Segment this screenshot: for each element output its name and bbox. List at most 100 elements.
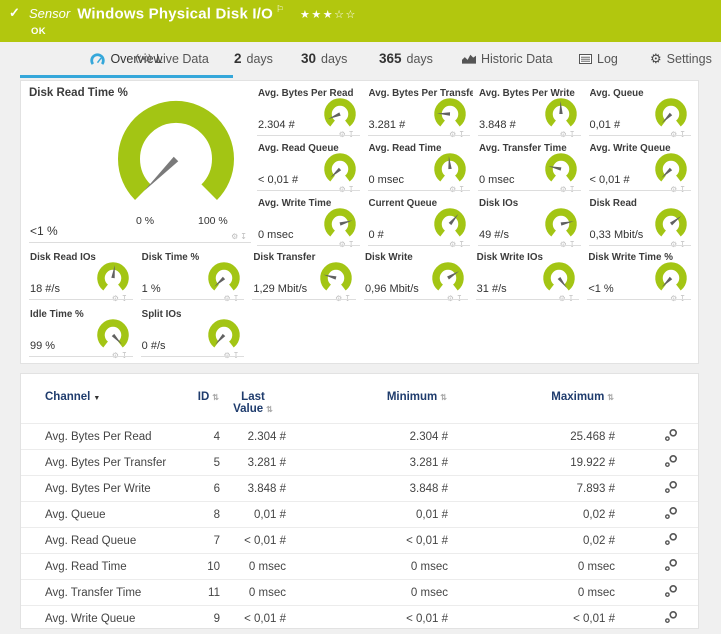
priority-stars[interactable]: ★★★☆☆ [300, 9, 357, 21]
channel-maximum: < 0,01 # [448, 606, 615, 630]
pin-icon[interactable]: ↧ [679, 185, 688, 194]
pin-icon[interactable]: ↧ [344, 294, 353, 303]
column-header-last-value[interactable]: Last Value⇅ [220, 374, 286, 424]
gauge-tile[interactable]: Avg. Read Time 0 msec ⚙↧ [368, 142, 474, 195]
gear-icon[interactable]: ⚙ [560, 185, 569, 194]
tab-historic-data[interactable]: Historic Data [462, 42, 553, 75]
channel-row[interactable]: Avg. Bytes Per Write 6 3.848 # 3.848 # 7… [21, 476, 698, 502]
gauge-tile[interactable]: Disk Read IOs 18 #/s ⚙↧ [29, 251, 136, 304]
channel-row[interactable]: Avg. Queue 8 0,01 # 0,01 # 0,02 # [21, 502, 698, 528]
pin-icon[interactable]: ↧ [679, 294, 688, 303]
gauge-tile[interactable]: Avg. Write Time 0 msec ⚙↧ [257, 197, 363, 250]
column-header-minimum[interactable]: Minimum⇅ [286, 374, 448, 424]
gauge-tile[interactable]: Avg. Bytes Per Transfer 3.281 # ⚙↧ [368, 87, 474, 140]
channel-settings-icon[interactable] [664, 428, 678, 442]
channel-row[interactable]: Avg. Bytes Per Read 4 2.304 # 2.304 # 25… [21, 424, 698, 450]
pin-icon[interactable]: ↧ [679, 240, 688, 249]
pin-icon[interactable]: ↧ [456, 294, 465, 303]
gauge-tile[interactable]: Avg. Write Queue < 0,01 # ⚙↧ [589, 142, 695, 195]
gear-icon[interactable]: ⚙ [339, 185, 348, 194]
pin-icon[interactable]: ↧ [240, 232, 249, 241]
gear-icon[interactable]: ⚙ [560, 240, 569, 249]
primary-gauge-tile[interactable]: Disk Read Time % 0 % 100 % <1 % ⚙↧ [29, 87, 255, 243]
pin-icon[interactable]: ↧ [233, 294, 242, 303]
gauge-tile[interactable]: Current Queue 0 # ⚙↧ [368, 197, 474, 250]
gauge-tile[interactable]: Disk Time % 1 % ⚙↧ [141, 251, 248, 304]
pin-icon[interactable]: ↧ [569, 240, 578, 249]
tab-log[interactable]: Log [579, 42, 618, 75]
gear-icon[interactable]: ⚙ [670, 240, 679, 249]
tab-live-data[interactable]: Live Data [136, 42, 209, 75]
pin-icon[interactable]: ↧ [121, 294, 130, 303]
gauge-tile[interactable]: Avg. Transfer Time 0 msec ⚙↧ [478, 142, 584, 195]
gauge-tile[interactable]: Disk Write Time % <1 % ⚙↧ [587, 251, 694, 304]
tab-365-days[interactable]: 365 days [379, 42, 433, 75]
gauge-tile[interactable]: Disk Transfer 1,29 Mbit/s ⚙↧ [252, 251, 359, 304]
gear-icon[interactable]: ⚙ [670, 130, 679, 139]
channel-settings-icon[interactable] [664, 610, 678, 624]
channel-row[interactable]: Avg. Transfer Time 11 0 msec 0 msec 0 ms… [21, 580, 698, 606]
gear-icon[interactable]: ⚙ [449, 185, 458, 194]
gauge-tile[interactable]: Idle Time % 99 % ⚙↧ [29, 308, 136, 361]
pin-icon[interactable]: ↧ [458, 130, 467, 139]
gear-icon[interactable]: ⚙ [449, 130, 458, 139]
gear-icon[interactable]: ⚙ [223, 351, 232, 360]
channel-settings-icon[interactable] [664, 480, 678, 494]
channel-row[interactable]: Avg. Bytes Per Transfer 5 3.281 # 3.281 … [21, 450, 698, 476]
channel-row[interactable]: Avg. Write Queue 9 < 0,01 # < 0,01 # < 0… [21, 606, 698, 630]
gear-icon[interactable]: ⚙ [558, 294, 567, 303]
channel-settings-icon[interactable] [664, 532, 678, 546]
channel-row[interactable]: Avg. Read Time 10 0 msec 0 msec 0 msec [21, 554, 698, 580]
gear-icon[interactable]: ⚙ [560, 130, 569, 139]
gauge-tile[interactable]: Avg. Read Queue < 0,01 # ⚙↧ [257, 142, 363, 195]
column-header-channel[interactable]: Channel▼ [21, 374, 182, 424]
gauge-value: 0,33 Mbit/s [590, 229, 644, 241]
gear-icon[interactable]: ⚙ [670, 294, 679, 303]
tab-settings[interactable]: ⚙ Settings [650, 42, 712, 75]
channel-row[interactable]: Avg. Read Queue 7 < 0,01 # < 0,01 # 0,02… [21, 528, 698, 554]
gauge-tile[interactable]: Avg. Bytes Per Write 3.848 # ⚙↧ [478, 87, 584, 140]
gear-icon[interactable]: ⚙ [223, 294, 232, 303]
gauge-tile[interactable]: Disk Write IOs 31 #/s ⚙↧ [476, 251, 583, 304]
gear-icon[interactable]: ⚙ [449, 240, 458, 249]
tab-2-days[interactable]: 2 days [234, 42, 273, 75]
channel-id: 10 [182, 554, 220, 580]
channel-settings-icon[interactable] [664, 506, 678, 520]
pin-icon[interactable]: ↧ [348, 240, 357, 249]
channel-settings-icon[interactable] [664, 584, 678, 598]
pin-icon[interactable]: ↧ [121, 351, 130, 360]
pin-icon[interactable]: ↧ [569, 185, 578, 194]
column-header-actions [615, 374, 698, 424]
channel-table-panel: Channel▼ ID⇅ Last Value⇅ Minimum⇅ Maximu… [20, 373, 699, 629]
gear-icon[interactable]: ⚙ [339, 130, 348, 139]
gear-icon[interactable]: ⚙ [447, 294, 456, 303]
gauge-tile[interactable]: Disk IOs 49 #/s ⚙↧ [478, 197, 584, 250]
gear-icon[interactable]: ⚙ [112, 294, 121, 303]
pin-icon[interactable]: ↧ [458, 240, 467, 249]
pin-icon[interactable]: ↧ [569, 130, 578, 139]
gear-icon[interactable]: ⚙ [335, 294, 344, 303]
pin-icon[interactable]: ↧ [679, 130, 688, 139]
column-header-maximum[interactable]: Maximum⇅ [448, 374, 615, 424]
channel-settings-icon[interactable] [664, 454, 678, 468]
column-header-id[interactable]: ID⇅ [182, 374, 220, 424]
gear-icon[interactable]: ⚙ [339, 240, 348, 249]
gear-icon[interactable]: ⚙ [670, 185, 679, 194]
tab-30-days[interactable]: 30 days [301, 42, 347, 75]
gauge-tile[interactable]: Disk Read 0,33 Mbit/s ⚙↧ [589, 197, 695, 250]
pin-icon[interactable]: ↧ [348, 130, 357, 139]
gauge-dial [106, 95, 246, 215]
flag-icon[interactable]: ⚐ [276, 4, 284, 14]
gauge-tile[interactable]: Disk Write 0,96 Mbit/s ⚙↧ [364, 251, 471, 304]
gauge-tile[interactable]: Avg. Bytes Per Read 2.304 # ⚙↧ [257, 87, 363, 140]
gauge-tile[interactable]: Split IOs 0 #/s ⚙↧ [141, 308, 248, 361]
channel-settings-icon[interactable] [664, 558, 678, 572]
pin-icon[interactable]: ↧ [233, 351, 242, 360]
gauge-dial [320, 98, 360, 132]
gear-icon[interactable]: ⚙ [231, 232, 240, 241]
gauge-tile[interactable]: Avg. Queue 0,01 # ⚙↧ [589, 87, 695, 140]
pin-icon[interactable]: ↧ [568, 294, 577, 303]
pin-icon[interactable]: ↧ [458, 185, 467, 194]
pin-icon[interactable]: ↧ [348, 185, 357, 194]
gear-icon[interactable]: ⚙ [112, 351, 121, 360]
